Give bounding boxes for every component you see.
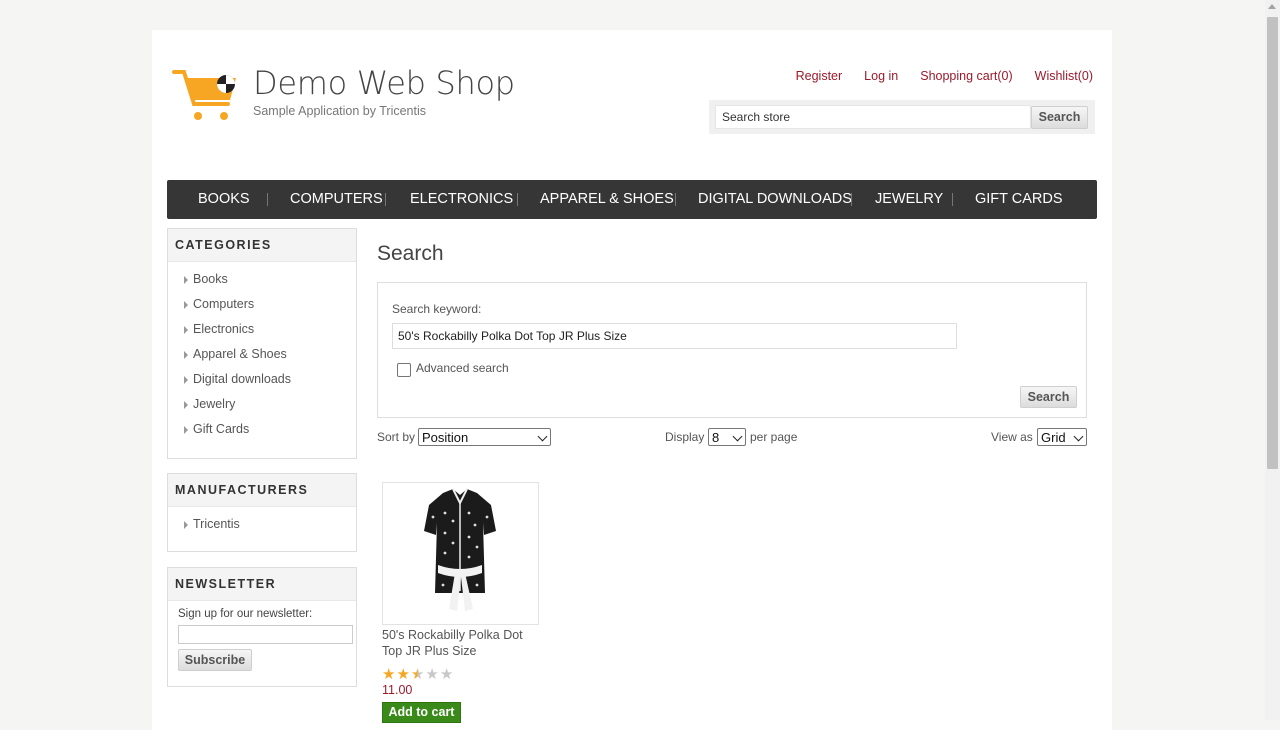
- sort-select[interactable]: Position: [418, 428, 551, 446]
- cart-logo-icon[interactable]: [172, 66, 242, 126]
- page-container: Demo Web Shop Sample Application by Tric…: [152, 30, 1112, 730]
- search-button[interactable]: Search: [1020, 386, 1077, 408]
- nav-separator: [675, 193, 676, 206]
- newsletter-block: NEWSLETTER Sign up for our newsletter: S…: [167, 567, 357, 687]
- nav-apparel-shoes[interactable]: APPAREL & SHOES: [540, 180, 674, 219]
- subscribe-button[interactable]: Subscribe: [178, 649, 252, 671]
- store-search-box: Search store Search: [709, 100, 1095, 134]
- star-empty-icon: ★: [439, 666, 454, 683]
- category-label: Computers: [193, 297, 255, 311]
- category-label: Gift Cards: [193, 422, 250, 436]
- product-price: 11.00: [382, 683, 413, 697]
- arrow-right-icon: [184, 326, 188, 334]
- arrow-right-icon: [184, 521, 188, 529]
- arrow-right-icon: [184, 426, 188, 434]
- site-title[interactable]: Demo Web Shop: [253, 64, 515, 102]
- site-subtitle: Sample Application by Tricentis: [253, 104, 427, 118]
- category-label: Books: [193, 272, 228, 286]
- top-menu: BOOKS COMPUTERS ELECTRONICS APPAREL & SH…: [167, 180, 1097, 219]
- login-link[interactable]: Log in: [864, 69, 898, 83]
- wishlist-link[interactable]: Wishlist(0): [1035, 69, 1093, 83]
- chevron-down-icon: [732, 431, 743, 442]
- polka-dot-top-image: [424, 488, 496, 611]
- view-as-label: View as: [991, 430, 1033, 444]
- category-computers[interactable]: Computers: [168, 292, 356, 317]
- category-label: Jewelry: [193, 397, 236, 411]
- nav-separator: [952, 193, 953, 206]
- arrow-right-icon: [184, 376, 188, 384]
- per-page-label: per page: [750, 430, 798, 444]
- category-gift-cards[interactable]: Gift Cards: [168, 417, 356, 442]
- sort-label: Sort by: [377, 430, 416, 444]
- store-search-button[interactable]: Search: [1031, 106, 1088, 129]
- nav-digital-downloads[interactable]: DIGITAL DOWNLOADS: [698, 180, 852, 219]
- category-apparel-shoes[interactable]: Apparel & Shoes: [168, 342, 356, 367]
- nav-separator: [267, 193, 268, 206]
- arrow-right-icon: [184, 301, 188, 309]
- shopping-cart-link[interactable]: Shopping cart(0): [920, 69, 1012, 83]
- star-half-icon: ★: [410, 666, 425, 683]
- nav-gift-cards[interactable]: GIFT CARDS: [975, 180, 1063, 219]
- nav-computers[interactable]: COMPUTERS: [290, 180, 383, 219]
- nav-separator: [517, 193, 518, 206]
- arrow-right-icon: [184, 276, 188, 284]
- manufacturers-block: MANUFACTURERS Tricentis: [167, 473, 357, 552]
- product-title-link[interactable]: 50's Rockabilly Polka Dot Top JR Plus Si…: [382, 627, 532, 659]
- newsletter-label: Sign up for our newsletter:: [178, 608, 313, 620]
- categories-block: CATEGORIES Books Computers Electronics A…: [167, 228, 357, 459]
- chevron-down-icon: [1073, 431, 1084, 442]
- sort-value: Position: [422, 430, 469, 445]
- categories-title: CATEGORIES: [168, 229, 356, 262]
- store-search-input[interactable]: Search store: [715, 105, 1031, 129]
- category-label: Electronics: [193, 322, 255, 336]
- nav-separator: [385, 193, 386, 206]
- nav-separator: [851, 193, 852, 206]
- category-jewelry[interactable]: Jewelry: [168, 392, 356, 417]
- page-scrollbar[interactable]: [1265, 0, 1280, 720]
- page-size-value: 8: [712, 430, 720, 445]
- scroll-up-arrow-icon[interactable]: [1268, 4, 1276, 9]
- star-full-icon: ★: [396, 666, 410, 683]
- page-size-select[interactable]: 8: [708, 428, 746, 446]
- header-links: Register Log in Shopping cart(0) Wishlis…: [774, 69, 1093, 83]
- manufacturer-label: Tricentis: [193, 517, 240, 531]
- star-empty-icon: ★: [425, 666, 439, 683]
- star-full-icon: ★: [382, 666, 396, 683]
- register-link[interactable]: Register: [796, 69, 843, 83]
- newsletter-title: NEWSLETTER: [168, 568, 356, 601]
- arrow-right-icon: [184, 351, 188, 359]
- view-mode-value: Grid: [1041, 430, 1066, 445]
- manufacturers-title: MANUFACTURERS: [168, 474, 356, 507]
- keyword-label: Search keyword:: [392, 302, 482, 316]
- view-mode-select[interactable]: Grid: [1037, 428, 1087, 446]
- newsletter-email-input[interactable]: [178, 625, 353, 644]
- manufacturer-tricentis[interactable]: Tricentis: [168, 512, 356, 537]
- nav-electronics[interactable]: ELECTRONICS: [410, 180, 513, 219]
- chevron-down-icon: [537, 431, 548, 442]
- nav-jewelry[interactable]: JEWELRY: [875, 180, 943, 219]
- category-electronics[interactable]: Electronics: [168, 317, 356, 342]
- product-rating: ★ ★ ★ ★ ★: [382, 667, 453, 682]
- category-digital-downloads[interactable]: Digital downloads: [168, 367, 356, 392]
- page-title: Search: [377, 242, 444, 265]
- search-panel: Search keyword: 50's Rockabilly Polka Do…: [377, 282, 1087, 418]
- display-label: Display: [665, 430, 705, 444]
- keyword-input[interactable]: 50's Rockabilly Polka Dot Top JR Plus Si…: [392, 323, 957, 349]
- category-books[interactable]: Books: [168, 267, 356, 292]
- scrollbar-thumb[interactable]: [1267, 17, 1278, 469]
- product-picture[interactable]: [382, 482, 539, 625]
- advanced-search-label[interactable]: Advanced search: [416, 361, 509, 375]
- arrow-right-icon: [184, 401, 188, 409]
- advanced-search-checkbox[interactable]: [397, 363, 411, 377]
- category-label: Digital downloads: [193, 372, 291, 386]
- category-label: Apparel & Shoes: [193, 347, 287, 361]
- nav-books[interactable]: BOOKS: [198, 180, 250, 219]
